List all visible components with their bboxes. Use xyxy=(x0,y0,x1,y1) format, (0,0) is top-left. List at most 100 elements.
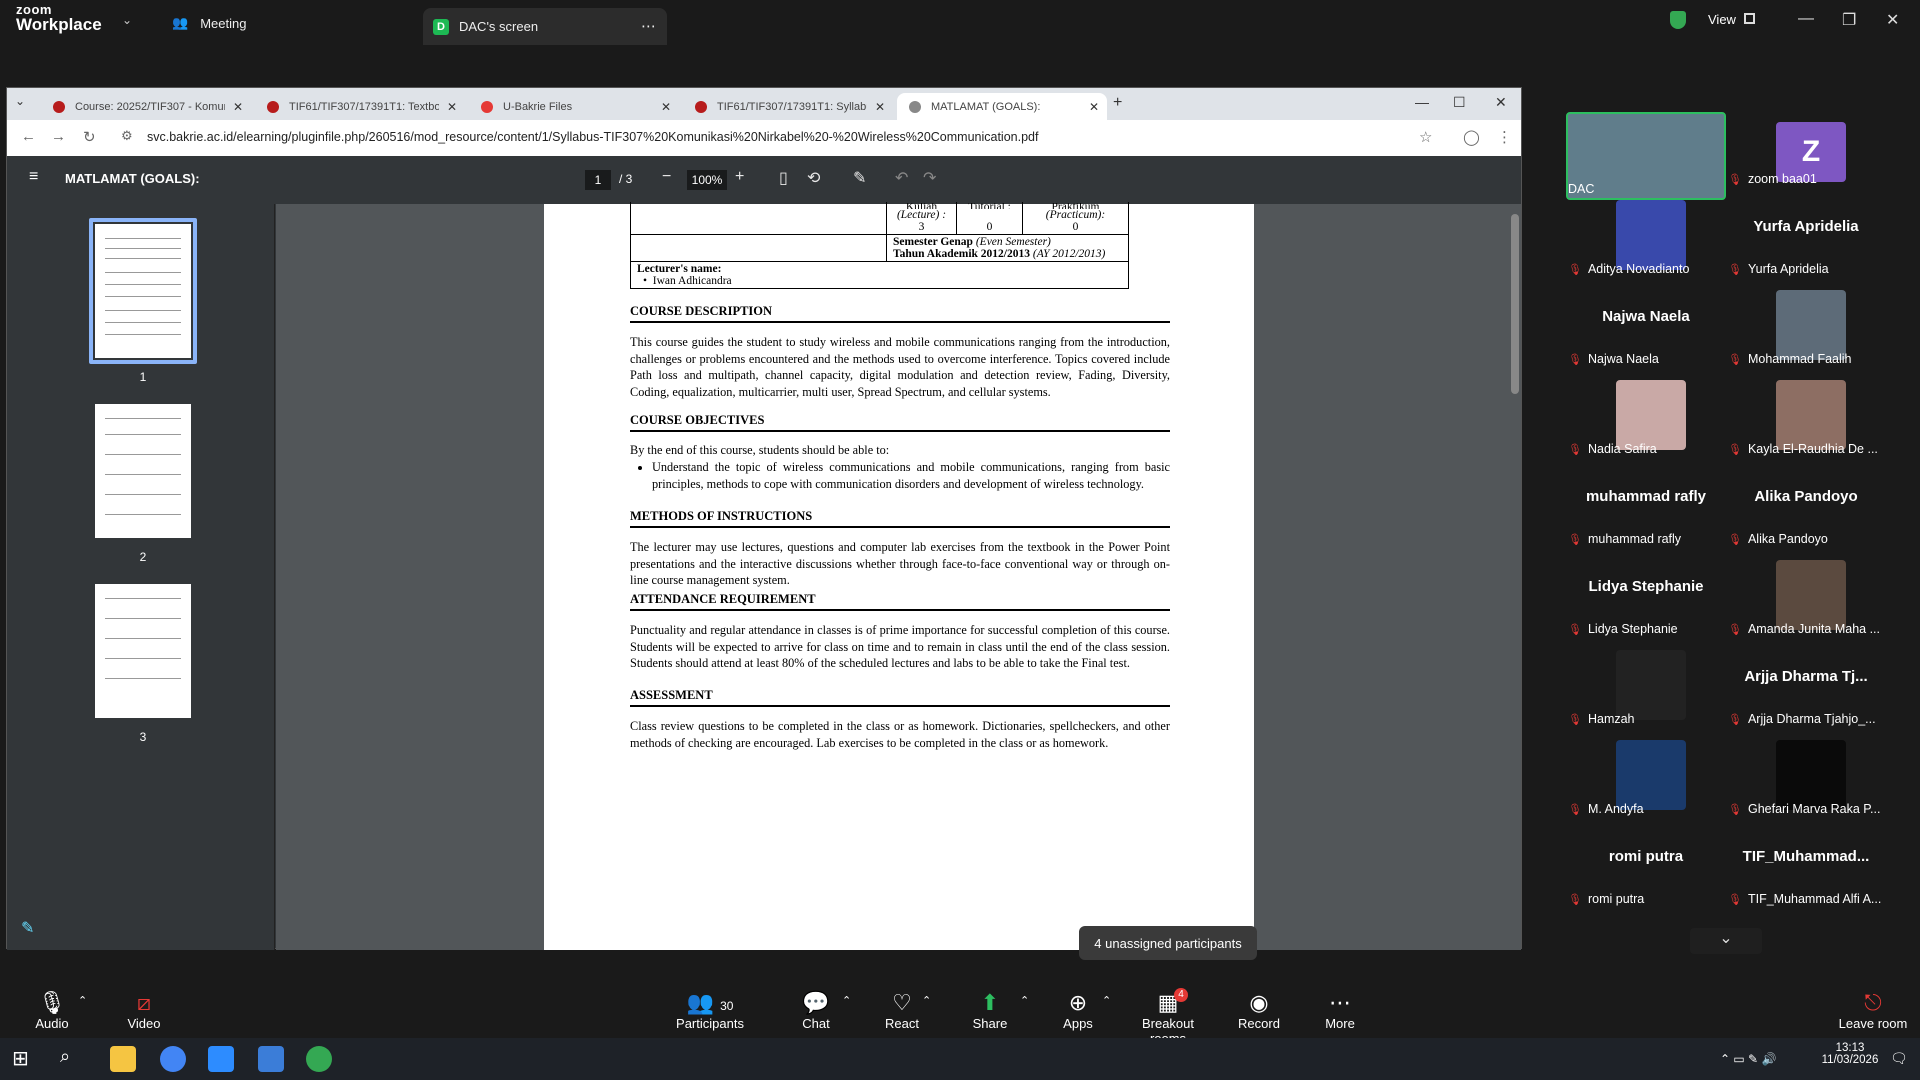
zoom-level-input[interactable]: 100% xyxy=(687,170,727,190)
shield-icon[interactable] xyxy=(1670,11,1686,29)
browser-tab-course[interactable]: Course: 20252/TIF307 - Komun ✕ xyxy=(41,93,251,120)
zoom-in-icon[interactable]: + xyxy=(735,168,744,186)
notification-icon[interactable]: 🗨 xyxy=(1890,1050,1908,1067)
browser-tab-files[interactable]: U-Bakrie Files ✕ xyxy=(469,93,679,120)
more-icon[interactable]: ⋯ xyxy=(641,17,656,35)
audio-button[interactable]: 🎙 Audio xyxy=(30,990,74,1031)
search-icon[interactable]: ⌕ xyxy=(60,1046,86,1072)
reload-icon[interactable]: ↻ xyxy=(83,128,96,146)
participant-name: 🎙 romi putra xyxy=(1568,892,1644,906)
more-button[interactable]: ⋯ More xyxy=(1320,990,1360,1031)
participant-tile[interactable]: Alika Pandoyo 🎙 Alika Pandoyo xyxy=(1726,470,1886,552)
chevron-up-icon[interactable]: ⌃ xyxy=(842,994,851,1007)
tab-search-icon[interactable]: ⌄ xyxy=(15,94,25,108)
tb-practicum-val: 0 xyxy=(1072,221,1079,233)
scrollbar-thumb[interactable] xyxy=(1511,214,1519,394)
redo-icon[interactable]: ↷ xyxy=(923,168,936,188)
app-icon[interactable] xyxy=(258,1046,284,1072)
participant-tile[interactable]: DAC xyxy=(1566,110,1726,200)
rotate-icon[interactable]: ⟲ xyxy=(807,168,820,188)
browser-tab-textbook[interactable]: TIF61/TIF307/17391T1: Textboo ✕ xyxy=(255,93,465,120)
clock[interactable]: 13:13 11/03/2026 xyxy=(1812,1042,1888,1066)
chat-button[interactable]: 💬 Chat xyxy=(796,990,836,1031)
pdf-viewer[interactable]: Kuliah (Lecture) :3 Tutorial :0 Praktikum… xyxy=(276,202,1521,950)
participant-tile[interactable]: 🎙 Nadia Safira xyxy=(1566,380,1726,462)
participants-button[interactable]: 👥 30 Participants xyxy=(670,990,750,1031)
chrome-icon[interactable] xyxy=(160,1046,186,1072)
react-button[interactable]: ♡ React xyxy=(880,990,924,1031)
thumbnail-page-1[interactable] xyxy=(95,224,191,358)
record-button[interactable]: ◉ Record xyxy=(1234,990,1284,1031)
video-button[interactable]: ⧄ Video xyxy=(122,990,166,1031)
page-number-input[interactable]: 1 xyxy=(585,170,611,190)
clock-time: 13:13 xyxy=(1835,1042,1865,1054)
forward-icon[interactable]: → xyxy=(51,128,66,145)
close-icon[interactable]: ✕ xyxy=(1886,10,1899,30)
chevron-up-icon[interactable]: ⌃ xyxy=(1020,994,1029,1007)
share-button[interactable]: ⬆ Share xyxy=(970,990,1010,1031)
undo-icon[interactable]: ↶ xyxy=(895,168,908,188)
browser-tab-syllabus[interactable]: TIF61/TIF307/17391T1: Syllabu ✕ xyxy=(683,93,893,120)
tab-dac-screen[interactable]: D DAC's screen ⋯ xyxy=(423,8,667,45)
participant-tile[interactable]: Yurfa Apridelia 🎙 Yurfa Apridelia xyxy=(1726,200,1886,282)
participant-tile[interactable]: muhammad rafly 🎙 muhammad rafly xyxy=(1566,470,1726,552)
close-icon[interactable]: ✕ xyxy=(447,100,457,114)
tab-label: TIF61/TIF307/17391T1: Syllabu xyxy=(717,100,867,113)
chevron-up-icon[interactable]: ⌃ xyxy=(78,994,87,1007)
thumbnail-page-2[interactable] xyxy=(95,404,191,538)
participant-tile[interactable]: 🎙 Ghefari Marva Raka P... xyxy=(1726,740,1886,822)
participant-tile[interactable]: 🎙 M. Andyfa xyxy=(1566,740,1726,822)
participant-tile[interactable]: 🎙 Kayla El-Raudhia De ... xyxy=(1726,380,1886,462)
participant-tile[interactable]: Arjja Dharma Tj... 🎙 Arjja Dharma Tjahjo_.… xyxy=(1726,650,1886,732)
site-info-icon[interactable]: ⚙ xyxy=(121,128,133,144)
hamburger-menu-icon[interactable]: ≡ xyxy=(29,168,38,186)
participant-name-label: Ghefari Marva Raka P... xyxy=(1747,802,1881,816)
annotate-icon[interactable]: ✎ xyxy=(853,168,866,188)
tray-icons[interactable]: ⌃ ▭ ✎ 🔊 xyxy=(1720,1052,1776,1066)
thumbnail-page-3[interactable] xyxy=(95,584,191,718)
tab-meeting[interactable]: 👥 Meeting xyxy=(172,8,246,38)
chevron-down-icon[interactable]: ⌄ xyxy=(122,13,132,27)
annotate-pen-icon[interactable]: ✎ xyxy=(21,918,34,938)
view-button[interactable]: View xyxy=(1708,12,1736,27)
chrome-profile-icon[interactable] xyxy=(306,1046,332,1072)
new-tab-icon[interactable]: + xyxy=(1113,94,1122,112)
back-icon[interactable]: ← xyxy=(21,128,36,145)
url-field[interactable]: svc.bakrie.ac.id/elearning/pluginfile.ph… xyxy=(147,130,1038,144)
zoom-app-icon[interactable] xyxy=(208,1046,234,1072)
file-explorer-icon[interactable] xyxy=(110,1046,136,1072)
participant-tile[interactable]: Lidya Stephanie 🎙 Lidya Stephanie xyxy=(1566,560,1726,642)
gallery-scroll-down-icon[interactable]: ⌄ xyxy=(1690,928,1762,954)
maximize-icon[interactable]: ☐ xyxy=(1453,94,1466,111)
zoom-out-icon[interactable]: − xyxy=(662,168,671,186)
participant-tile[interactable]: 🎙 Amanda Junita Maha ... xyxy=(1726,560,1886,642)
participant-tile[interactable]: 🎙 Aditya Novadianto xyxy=(1566,200,1726,282)
leave-room-button[interactable]: ⎋ Leave room xyxy=(1838,990,1908,1031)
close-icon[interactable]: ✕ xyxy=(661,100,671,114)
close-icon[interactable]: ✕ xyxy=(1089,100,1099,114)
chevron-up-icon[interactable]: ⌃ xyxy=(1102,994,1111,1007)
restore-icon[interactable]: ❐ xyxy=(1842,10,1856,30)
chevron-up-icon[interactable]: ⌃ xyxy=(922,994,931,1007)
participant-tile[interactable]: 🎙 Hamzah xyxy=(1566,650,1726,732)
bookmark-star-icon[interactable]: ☆ xyxy=(1419,128,1432,146)
browser-tab-active[interactable]: MATLAMAT (GOALS): ✕ xyxy=(897,93,1107,120)
profile-icon[interactable]: ◯ xyxy=(1463,128,1480,146)
close-icon[interactable]: ✕ xyxy=(233,100,243,114)
participant-tile[interactable]: TIF_Muhammad... 🎙 TIF_Muhammad Alfi A... xyxy=(1726,830,1886,912)
apps-button[interactable]: ⊕ Apps xyxy=(1058,990,1098,1031)
record-icon: ◉ xyxy=(1249,990,1269,1015)
fit-page-icon[interactable]: ▯ xyxy=(779,168,788,188)
participant-tile[interactable]: 🎙 Mohammad Faalih xyxy=(1726,290,1886,372)
minimize-icon[interactable]: — xyxy=(1415,94,1429,110)
close-icon[interactable]: ✕ xyxy=(875,100,885,114)
windows-start-icon[interactable]: ⊞ xyxy=(12,1046,38,1072)
more-icon: ⋯ xyxy=(1329,990,1351,1015)
menu-dots-icon[interactable]: ⋮ xyxy=(1497,128,1512,146)
participant-tile[interactable]: romi putra 🎙 romi putra xyxy=(1566,830,1726,912)
minimize-icon[interactable]: — xyxy=(1798,10,1814,28)
participant-name-label: romi putra xyxy=(1587,892,1645,906)
participant-tile[interactable]: Z 🎙 zoom baa01 xyxy=(1726,110,1886,192)
participant-tile[interactable]: Najwa Naela 🎙 Najwa Naela xyxy=(1566,290,1726,372)
close-icon[interactable]: ✕ xyxy=(1495,94,1507,111)
